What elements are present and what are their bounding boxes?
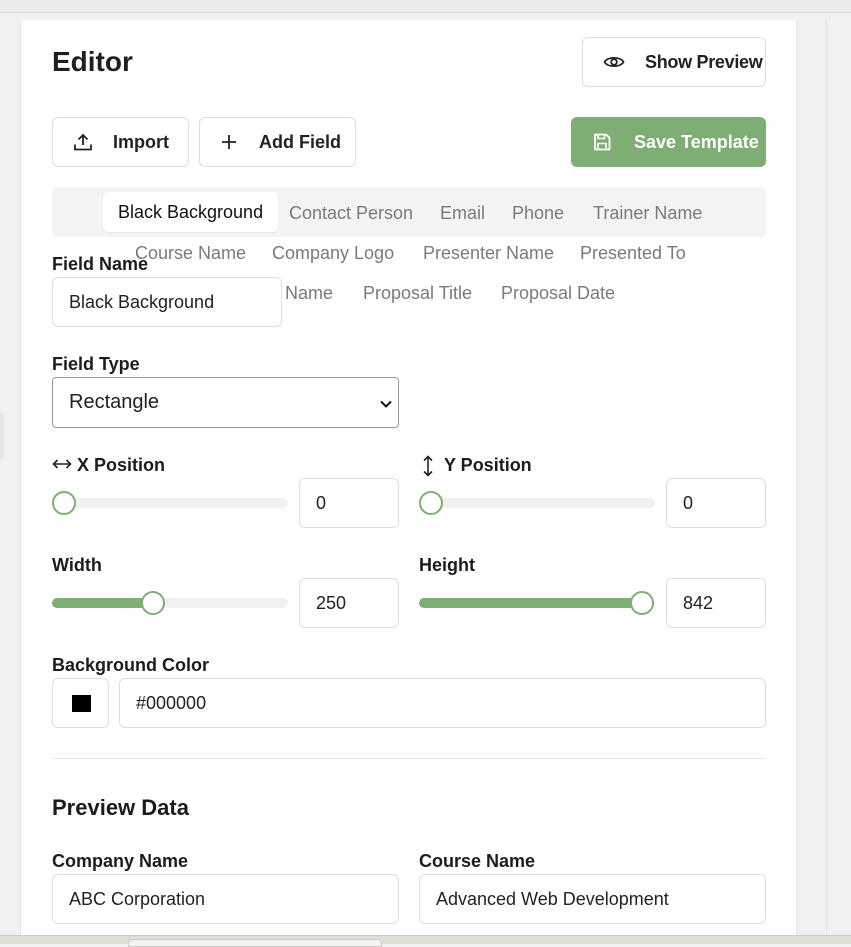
eye-icon <box>603 54 625 70</box>
editor-panel: Editor Show Preview Import Add Field Sav… <box>20 20 797 935</box>
height-label: Height <box>419 555 475 575</box>
plus-icon <box>221 134 237 150</box>
tab-proposal-title[interactable]: Proposal Title <box>363 283 472 304</box>
color-swatch <box>72 695 91 712</box>
company-name-input[interactable]: ABC Corporation <box>52 874 399 924</box>
show-preview-button[interactable]: Show Preview <box>582 37 766 87</box>
field-type-label: Field Type <box>52 354 140 374</box>
show-preview-label: Show Preview <box>645 51 763 72</box>
width-slider[interactable] <box>52 590 288 615</box>
x-position-input[interactable]: 0 <box>299 478 399 528</box>
tab-email[interactable]: Email <box>440 203 485 224</box>
y-position-slider-handle[interactable] <box>419 490 443 515</box>
import-label: Import <box>113 131 169 152</box>
tab-trainer-name[interactable]: Trainer Name <box>593 203 702 224</box>
save-icon <box>592 132 612 152</box>
field-type-select[interactable]: Rectangle <box>52 377 399 428</box>
tab-contact-person[interactable]: Contact Person <box>289 203 413 224</box>
field-type-value: Rectangle <box>69 391 160 413</box>
x-position-slider[interactable] <box>52 490 288 515</box>
height-input[interactable]: 842 <box>666 578 766 628</box>
collapsed-side-tab[interactable] <box>0 413 4 459</box>
background-color-label: Background Color <box>52 655 210 675</box>
y-position-slider[interactable] <box>419 490 655 515</box>
tab-presented-to[interactable]: Presented To <box>580 243 686 264</box>
x-position-slider-handle[interactable] <box>52 490 76 515</box>
width-slider-fill <box>52 598 154 608</box>
save-template-label: Save Template <box>634 131 759 152</box>
x-position-label: X Position <box>77 455 166 475</box>
left-gutter <box>0 20 20 935</box>
tab-presenter-name[interactable]: Presenter Name <box>423 243 554 264</box>
color-picker-button[interactable] <box>52 678 109 728</box>
height-slider-fill <box>419 598 643 608</box>
preview-data-heading: Preview Data <box>52 795 189 820</box>
tab-black-background[interactable]: Black Background <box>103 192 279 232</box>
course-name-label: Course Name <box>419 851 536 871</box>
chevron-down-icon <box>380 395 392 411</box>
width-label: Width <box>52 555 102 575</box>
tab-course-name[interactable]: Course Name <box>135 243 246 264</box>
tab-proposal-date[interactable]: Proposal Date <box>501 283 615 304</box>
import-button[interactable]: Import <box>52 117 189 167</box>
add-field-button[interactable]: Add Field <box>199 117 356 167</box>
browser-top-bar <box>0 0 851 13</box>
width-slider-handle[interactable] <box>140 590 165 615</box>
width-input[interactable]: 250 <box>299 578 399 628</box>
taskbar-item[interactable] <box>128 939 382 947</box>
y-position-label: Y Position <box>444 455 532 475</box>
y-position-input[interactable]: 0 <box>666 478 766 528</box>
tab-phone[interactable]: Phone <box>512 203 564 224</box>
background-color-input[interactable]: #000000 <box>119 678 766 728</box>
section-divider <box>52 758 766 759</box>
save-template-button[interactable]: Save Template <box>571 117 766 167</box>
course-name-input[interactable]: Advanced Web Development <box>419 874 766 924</box>
page-title: Editor <box>52 46 133 77</box>
tab-name[interactable]: Name <box>285 283 333 304</box>
upload-icon <box>73 132 93 152</box>
company-name-label: Company Name <box>52 851 189 871</box>
field-name-label: Field Name <box>52 254 149 274</box>
horizontal-arrows-icon <box>52 457 72 475</box>
field-name-input[interactable]: Black Background <box>52 277 282 327</box>
scrollbar-track[interactable] <box>826 20 851 935</box>
tab-company-logo[interactable]: Company Logo <box>272 243 394 264</box>
height-slider[interactable] <box>419 590 655 615</box>
vertical-arrows-icon <box>422 455 434 482</box>
height-slider-handle[interactable] <box>630 590 654 615</box>
add-field-label: Add Field <box>259 131 341 152</box>
